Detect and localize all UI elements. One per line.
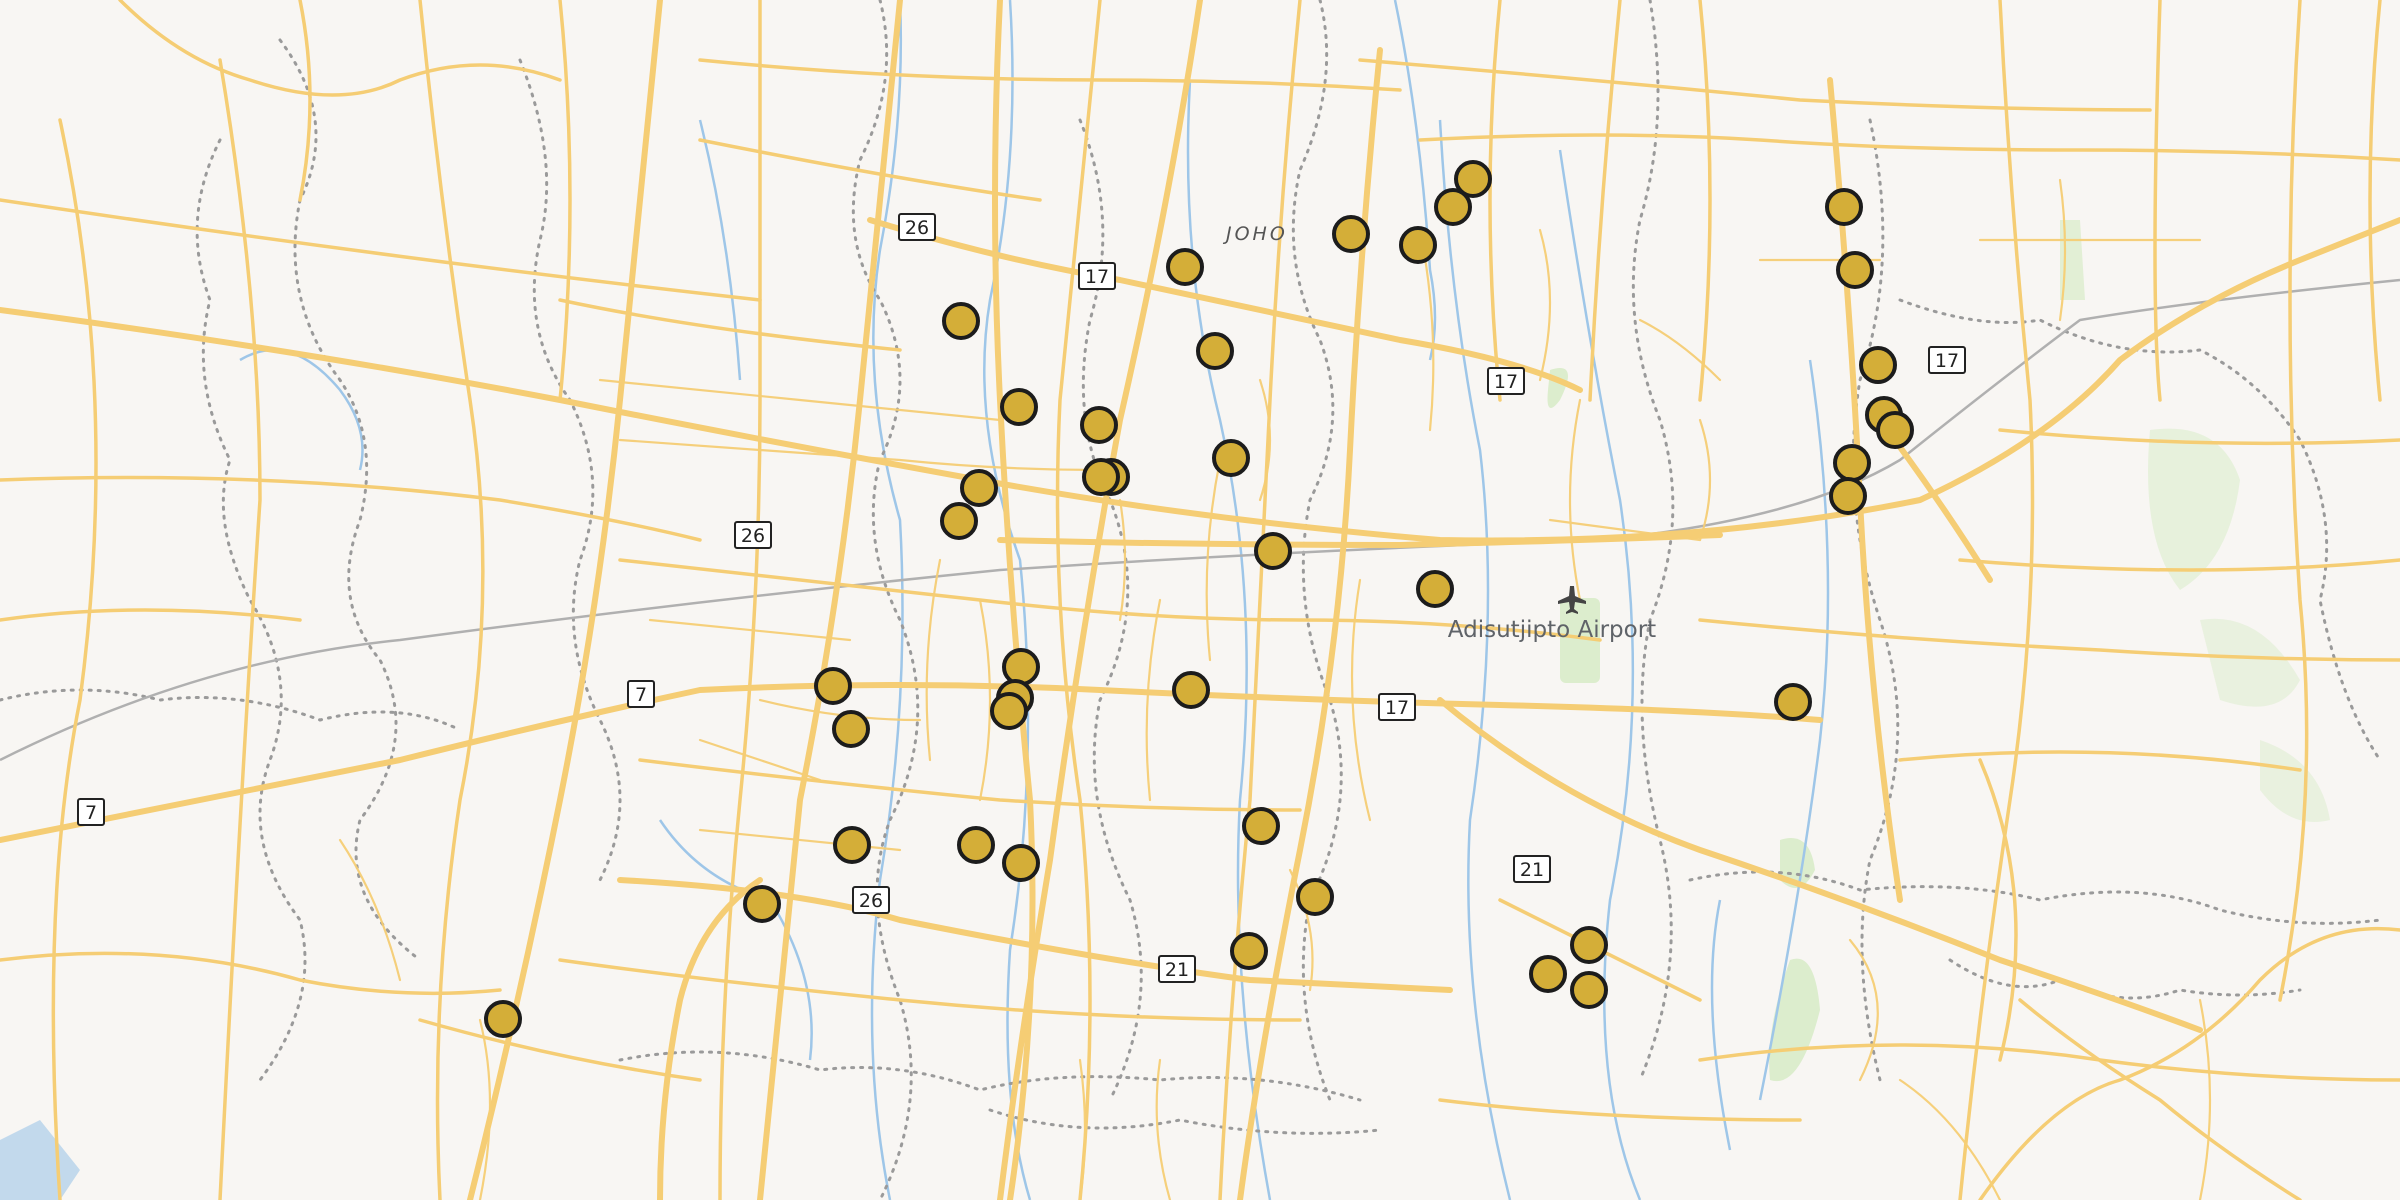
map-marker[interactable] xyxy=(1529,955,1567,993)
map-canvas[interactable]: JOHO Adisutjipto Airport 26 17 17 17 26 7 17 7 2… xyxy=(0,0,2400,1200)
route-shield-17: 17 xyxy=(1928,346,1966,374)
route-shield-number: 17 xyxy=(1935,350,1959,372)
map-marker[interactable] xyxy=(942,302,980,340)
map-marker[interactable] xyxy=(1196,332,1234,370)
route-shield-number: 7 xyxy=(85,802,97,824)
map-marker[interactable] xyxy=(1166,248,1204,286)
route-shield-number: 26 xyxy=(741,525,765,547)
route-shield-number: 17 xyxy=(1494,371,1518,393)
airport-label: Adisutjipto Airport xyxy=(1448,617,1656,643)
place-label-joho: JOHO xyxy=(1222,223,1288,245)
map-marker[interactable] xyxy=(957,826,995,864)
map-marker[interactable] xyxy=(484,1000,522,1038)
route-shield-number: 7 xyxy=(635,684,647,706)
map-marker[interactable] xyxy=(1859,346,1897,384)
map-marker[interactable] xyxy=(814,667,852,705)
map-marker[interactable] xyxy=(1332,215,1370,253)
map-marker[interactable] xyxy=(940,502,978,540)
route-shield-21: 21 xyxy=(1158,955,1196,983)
route-shield-7: 7 xyxy=(77,798,105,826)
route-shield-26: 26 xyxy=(734,521,772,549)
map-marker[interactable] xyxy=(1570,926,1608,964)
route-shield-26: 26 xyxy=(898,213,936,241)
route-shield-21: 21 xyxy=(1513,855,1551,883)
route-shield-number: 21 xyxy=(1165,959,1189,981)
route-shield-number: 21 xyxy=(1520,859,1544,881)
map-marker[interactable] xyxy=(1002,844,1040,882)
map-marker[interactable] xyxy=(1434,188,1472,226)
map-marker[interactable] xyxy=(1774,683,1812,721)
route-shield-number: 17 xyxy=(1385,697,1409,719)
route-shield-17: 17 xyxy=(1078,262,1116,290)
route-shield-number: 26 xyxy=(859,890,883,912)
map-marker[interactable] xyxy=(1829,477,1867,515)
route-shield-17: 17 xyxy=(1378,693,1416,721)
map-marker[interactable] xyxy=(1825,188,1863,226)
map-marker[interactable] xyxy=(990,692,1028,730)
map-marker[interactable] xyxy=(1212,439,1250,477)
map-marker[interactable] xyxy=(1172,671,1210,709)
route-shield-7: 7 xyxy=(627,680,655,708)
route-shield-number: 17 xyxy=(1085,266,1109,288)
map-marker[interactable] xyxy=(832,710,870,748)
map-marker[interactable] xyxy=(833,826,871,864)
route-shield-26: 26 xyxy=(852,886,890,914)
map-marker[interactable] xyxy=(1080,406,1118,444)
map-marker[interactable] xyxy=(1570,971,1608,1009)
route-shield-17: 17 xyxy=(1487,367,1525,395)
map-marker[interactable] xyxy=(1416,570,1454,608)
map-marker[interactable] xyxy=(1254,532,1292,570)
map-marker[interactable] xyxy=(1230,932,1268,970)
map-marker[interactable] xyxy=(1242,807,1280,845)
map-marker[interactable] xyxy=(1000,388,1038,426)
map-marker[interactable] xyxy=(1296,878,1334,916)
map-marker[interactable] xyxy=(1833,444,1871,482)
map-marker[interactable] xyxy=(1876,411,1914,449)
map-marker[interactable] xyxy=(1002,648,1040,686)
map-marker[interactable] xyxy=(1082,458,1120,496)
map-marker[interactable] xyxy=(1399,226,1437,264)
map-marker[interactable] xyxy=(960,469,998,507)
route-shield-number: 26 xyxy=(905,217,929,239)
map-marker[interactable] xyxy=(743,885,781,923)
map-marker[interactable] xyxy=(1836,251,1874,289)
